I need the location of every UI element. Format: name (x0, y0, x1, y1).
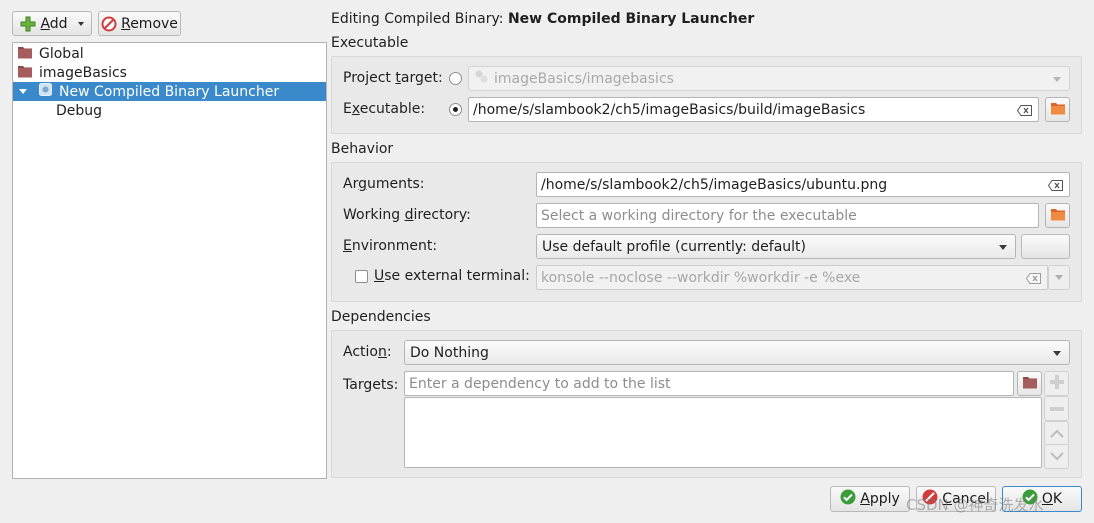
action-label: Action: (343, 344, 392, 360)
remove-dependency-button[interactable] (1044, 396, 1069, 421)
folder-open-icon (1050, 101, 1066, 119)
clear-icon (1025, 272, 1041, 288)
folder-icon (17, 45, 33, 63)
tree-item-debug[interactable]: Debug (56, 101, 102, 120)
configure-environment-button[interactable] (1021, 234, 1070, 259)
executable-label: Executable: (343, 101, 426, 117)
ok-label: OK (1041, 491, 1063, 507)
expand-arrow-icon[interactable] (19, 89, 27, 94)
folder-icon (17, 64, 33, 82)
executable-section-title: Executable (331, 35, 409, 51)
launcher-icon (39, 83, 52, 100)
clear-icon[interactable] (1047, 179, 1063, 195)
action-combo[interactable]: Do Nothing (404, 340, 1070, 365)
arguments-label: Arguments: (343, 176, 425, 192)
tree-item-new-compiled-binary-launcher[interactable]: New Compiled Binary Launcher (13, 82, 326, 101)
environment-label: Environment: (343, 238, 438, 254)
project-target-label: Project target: (343, 70, 443, 86)
remove-icon (101, 16, 117, 32)
dependency-input[interactable]: Enter a dependency to add to the list (404, 371, 1014, 396)
chevron-down-icon (1055, 275, 1063, 280)
tree-item-imagebasics[interactable]: imageBasics (13, 63, 326, 82)
folder-icon (1022, 375, 1038, 393)
chevron-down-icon (999, 245, 1007, 250)
arguments-input[interactable]: /home/s/slambook2/ch5/imageBasics/ubuntu… (536, 172, 1070, 197)
add-dependency-button[interactable] (1044, 371, 1069, 396)
chevron-up-icon (1049, 426, 1064, 442)
apply-button[interactable]: Apply (830, 486, 910, 512)
minus-icon (1049, 406, 1064, 411)
clear-icon[interactable] (1016, 104, 1032, 120)
executable-path-input[interactable]: /home/s/slambook2/ch5/imageBasics/build/… (468, 97, 1039, 122)
tree-item-label: imageBasics (39, 64, 127, 81)
chevron-down-icon (1053, 351, 1061, 356)
checkmark-icon (840, 489, 856, 509)
external-terminal-checkbox[interactable] (355, 270, 368, 283)
browse-executable-button[interactable] (1045, 97, 1070, 122)
chevron-down-icon (77, 21, 84, 26)
chevron-down-icon (1049, 449, 1064, 465)
plus-icon (1049, 374, 1064, 393)
tree-item-label: New Compiled Binary Launcher (59, 83, 280, 100)
page-title: Editing Compiled Binary: New Compiled Bi… (331, 11, 755, 27)
terminal-dropdown-button[interactable] (1048, 265, 1070, 290)
move-up-button[interactable] (1044, 421, 1069, 446)
watermark: CSDN @神奇洗发水 (906, 496, 1044, 514)
remove-button[interactable]: Remove (98, 11, 181, 36)
move-down-button[interactable] (1044, 444, 1069, 469)
project-target-radio[interactable] (449, 72, 462, 85)
terminal-command-input[interactable]: konsole --noclose --workdir %workdir -e … (536, 265, 1048, 290)
tree-item-global[interactable]: Global (13, 44, 326, 63)
dependencies-section-title: Dependencies (331, 309, 431, 325)
project-target-combo[interactable]: imageBasics/imagebasics (468, 66, 1070, 91)
behavior-section-title: Behavior (331, 141, 394, 157)
executable-radio[interactable] (449, 103, 462, 116)
add-button[interactable]: Add (12, 11, 92, 36)
remove-label: Remove (121, 15, 178, 32)
plus-icon (20, 16, 36, 32)
tree-item-label: Debug (56, 102, 103, 119)
working-directory-label: Working directory: (343, 207, 471, 223)
chevron-down-icon (1053, 77, 1061, 82)
folder-open-icon (1050, 207, 1066, 225)
add-label: Add (40, 15, 68, 32)
browse-workdir-button[interactable] (1045, 203, 1070, 228)
environment-combo[interactable]: Use default profile (currently: default) (536, 234, 1016, 259)
dependency-list[interactable] (404, 397, 1042, 468)
target-icon (474, 69, 489, 88)
browse-dependency-button[interactable] (1017, 371, 1042, 396)
tree-item-label: Global (39, 45, 84, 62)
apply-label: Apply (860, 491, 900, 507)
launch-config-tree[interactable]: Global imageBasics New Compiled Binary L… (12, 42, 327, 479)
targets-label: Targets: (343, 377, 399, 393)
working-directory-input[interactable]: Select a working directory for the execu… (536, 203, 1039, 228)
external-terminal-label: Use external terminal: (374, 268, 530, 284)
